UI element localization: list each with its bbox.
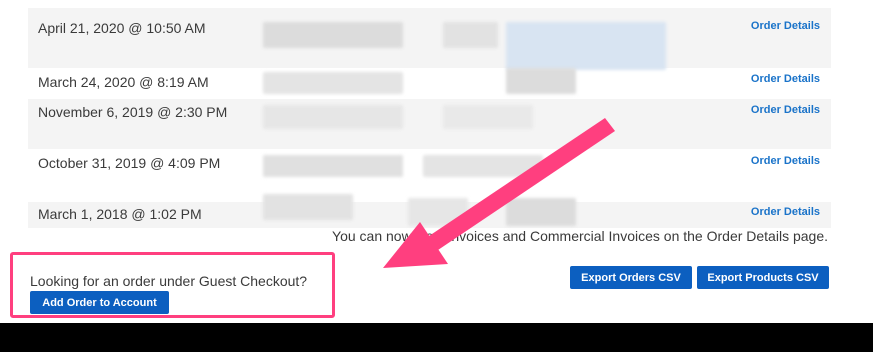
redacted-field <box>263 72 403 94</box>
order-date: October 31, 2019 @ 4:09 PM <box>38 155 221 171</box>
export-products-csv-button[interactable]: Export Products CSV <box>697 266 829 289</box>
order-details-link[interactable]: Order Details <box>751 73 820 85</box>
order-row: March 1, 2018 @ 1:02 PM Order Details <box>28 194 831 228</box>
order-row: March 24, 2020 @ 8:19 AM Order Details <box>28 68 831 99</box>
guest-checkout-callout: Looking for an order under Guest Checkou… <box>10 252 335 318</box>
order-date: April 21, 2020 @ 10:50 AM <box>38 20 206 36</box>
export-orders-csv-button[interactable]: Export Orders CSV <box>570 266 692 289</box>
invoices-notice: You can now view Invoices and Commercial… <box>332 228 828 244</box>
footer-bar <box>0 323 873 352</box>
order-details-link[interactable]: Order Details <box>751 104 820 116</box>
order-row: October 31, 2019 @ 4:09 PM Order Details <box>28 149 831 202</box>
add-order-to-account-button[interactable]: Add Order to Account <box>30 291 169 314</box>
order-date: November 6, 2019 @ 2:30 PM <box>38 104 228 120</box>
redacted-field <box>443 105 533 129</box>
redacted-field <box>443 22 498 48</box>
orders-table: April 21, 2020 @ 10:50 AM Order Details … <box>28 8 831 228</box>
order-details-link[interactable]: Order Details <box>751 155 820 167</box>
redacted-field <box>263 105 403 129</box>
redacted-field <box>263 22 403 48</box>
redacted-field <box>408 198 468 226</box>
order-date: March 1, 2018 @ 1:02 PM <box>38 206 202 222</box>
redacted-field <box>263 155 403 177</box>
redacted-field <box>506 198 576 226</box>
order-date: March 24, 2020 @ 8:19 AM <box>38 74 209 90</box>
redacted-field <box>423 155 543 177</box>
redacted-field <box>506 68 576 94</box>
redacted-field <box>263 194 353 220</box>
guest-checkout-prompt: Looking for an order under Guest Checkou… <box>30 273 308 289</box>
order-row: April 21, 2020 @ 10:50 AM Order Details <box>28 8 831 70</box>
order-row: November 6, 2019 @ 2:30 PM Order Details <box>28 99 831 149</box>
order-details-link[interactable]: Order Details <box>751 206 820 218</box>
order-details-link[interactable]: Order Details <box>751 20 820 32</box>
redacted-field <box>506 22 666 70</box>
